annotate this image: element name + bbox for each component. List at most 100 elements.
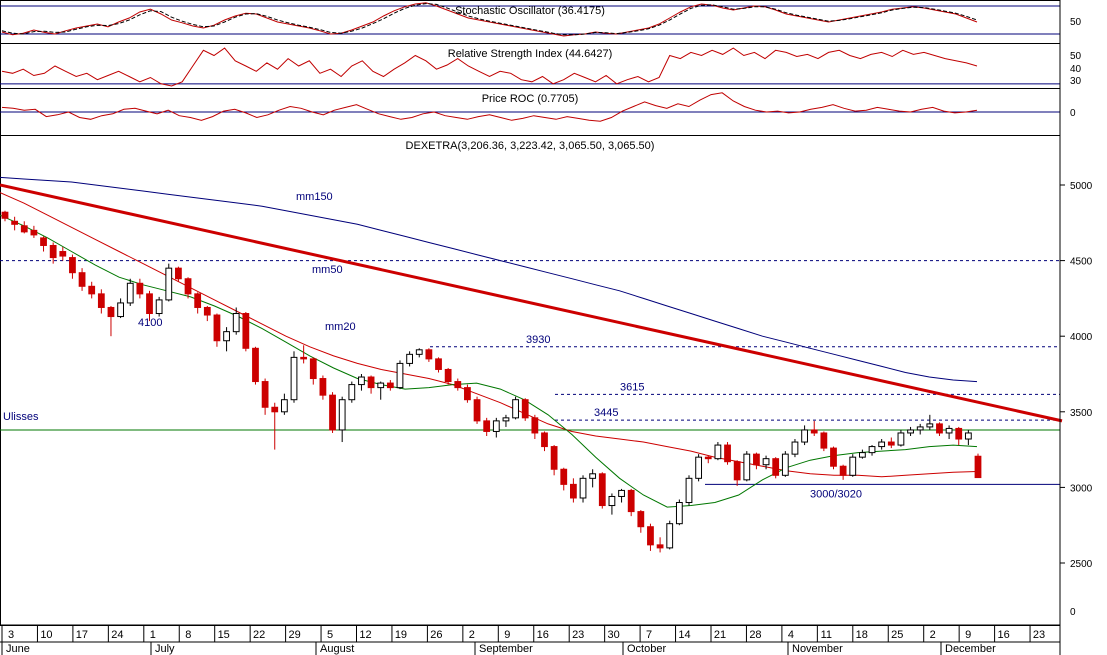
x-tick-label: 11	[821, 629, 832, 641]
candle-body	[194, 293, 202, 308]
candle-body	[11, 220, 19, 225]
candle-body	[406, 353, 414, 364]
candle-body	[280, 399, 288, 413]
candle-body	[386, 382, 394, 389]
candle-body	[907, 429, 914, 434]
candle-body	[319, 378, 327, 396]
osc2-title: Price ROC (0.7705)	[482, 93, 579, 105]
x-tick-label: 18	[856, 629, 868, 641]
x-tick-label: 10	[40, 629, 52, 641]
annotation-label: 4100	[138, 317, 162, 329]
panel-frame-3	[0, 135, 1061, 626]
candle-body	[637, 511, 645, 528]
candle-body	[261, 381, 269, 408]
osc1-tick-label: 40	[1070, 64, 1082, 75]
moving-average-label: mm150	[296, 191, 333, 203]
price-tick-label: 0	[1070, 607, 1076, 618]
candle-body	[358, 376, 365, 386]
candle-body	[165, 267, 173, 301]
osc2-tick-label: 0	[1070, 108, 1076, 119]
chart-window: Stochastic Oscillator (36.4175) 50 Relativ…	[0, 0, 1107, 655]
x-tick-label: 19	[395, 629, 407, 641]
candle-body	[146, 293, 153, 315]
month-label: August	[320, 643, 354, 655]
x-tick-label: 24	[111, 629, 123, 641]
x-tick-label: 1	[150, 629, 156, 641]
candle-body	[724, 444, 731, 463]
candle-body	[329, 394, 336, 431]
x-tick-label: 25	[891, 629, 903, 641]
month-label: December	[945, 643, 996, 655]
candle-body	[753, 453, 760, 466]
candle-body	[338, 399, 346, 431]
candle-body	[483, 420, 491, 432]
candle-body	[242, 313, 250, 349]
candle-body	[492, 420, 500, 432]
candle-body	[175, 267, 182, 280]
candle-body	[415, 349, 423, 355]
candle-body	[801, 429, 808, 443]
candle-body	[271, 406, 279, 413]
month-label: November	[792, 643, 843, 655]
chart-svg: Stochastic Oscillator (36.4175)50Relativ…	[0, 0, 1093, 655]
candle-body	[396, 362, 404, 389]
x-tick-label: 16	[537, 629, 549, 641]
candle-body	[627, 489, 635, 513]
level-label: 3445	[594, 407, 618, 419]
candle-body	[897, 432, 905, 446]
candle-body	[704, 456, 712, 460]
candle-body	[367, 376, 375, 389]
candle-body	[531, 417, 539, 434]
candle-body	[49, 244, 57, 259]
candle-body	[203, 306, 211, 316]
month-label: September	[479, 643, 533, 655]
candle-body	[964, 432, 972, 440]
level-label: 3930	[526, 334, 550, 346]
x-tick-label: 23	[1033, 629, 1045, 641]
candle-body	[40, 237, 47, 246]
candle-body	[887, 441, 895, 446]
x-tick-label: 5	[327, 629, 333, 641]
osc0-tick-label: 50	[1070, 17, 1082, 28]
candle-body	[830, 447, 837, 467]
price-tick-label: 3500	[1070, 408, 1093, 419]
candle-body	[675, 502, 683, 525]
x-tick-label: 21	[714, 629, 726, 641]
x-tick-label: 23	[572, 629, 584, 641]
candle-body	[955, 427, 963, 440]
candle-body	[569, 483, 577, 499]
candle-body	[252, 347, 259, 383]
candle-body	[521, 399, 529, 419]
moving-average-label: mm20	[325, 321, 356, 333]
candle-body	[473, 399, 481, 422]
x-tick-label: 9	[504, 629, 510, 641]
candle-body	[425, 349, 433, 360]
candle-body	[743, 453, 751, 481]
candle-body	[78, 272, 86, 287]
price-tick-label: 2500	[1070, 559, 1093, 570]
candle-body	[88, 285, 96, 295]
candle-body	[435, 358, 442, 370]
candle-body	[916, 426, 924, 431]
candle-body	[820, 432, 828, 449]
candle-body	[733, 461, 741, 481]
candle-body	[512, 399, 519, 419]
candle-body	[810, 429, 818, 434]
candle-body	[300, 356, 308, 360]
candle-body	[598, 473, 606, 507]
candle-body	[589, 473, 597, 479]
moving-average-label: mm50	[312, 264, 343, 276]
x-tick-label: 22	[253, 629, 265, 641]
candle-body	[839, 465, 847, 476]
x-tick-label: 26	[430, 629, 442, 641]
candle-body	[464, 387, 471, 401]
candle-body	[945, 427, 953, 434]
x-tick-label: 29	[288, 629, 300, 641]
candle-body	[502, 417, 510, 422]
month-label: October	[627, 643, 666, 655]
candle-body	[309, 358, 317, 380]
x-tick-label: 4	[788, 629, 794, 641]
candle-body	[377, 382, 385, 389]
osc0-title: Stochastic Oscillator (36.4175)	[455, 5, 605, 17]
x-tick-label: 15	[218, 629, 230, 641]
